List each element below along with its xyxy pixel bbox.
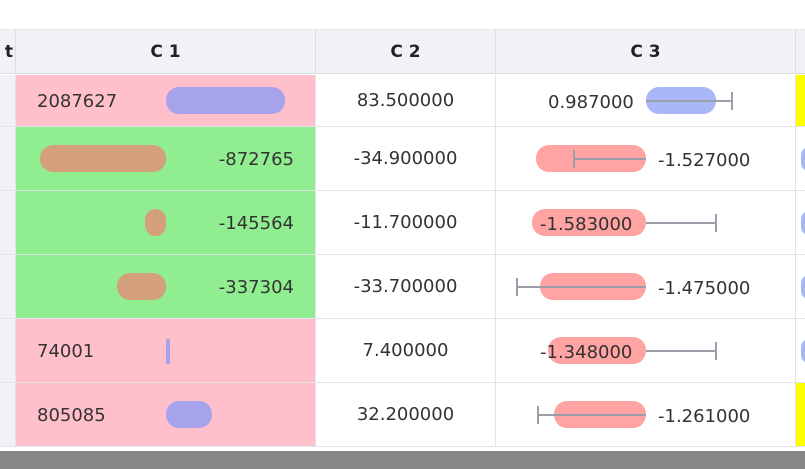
row-index-cell	[0, 319, 16, 383]
c1-value: -145564	[218, 213, 294, 234]
data-table: t C 1 C 2 C 3 2087627 83.500000 0.987000 -8…	[0, 0, 805, 469]
error-bar-cap	[516, 278, 518, 296]
c3-value: 0.987000	[548, 92, 634, 113]
column-header-index[interactable]: t	[0, 30, 16, 74]
c3-cell[interactable]: -1.475000	[496, 255, 796, 319]
header-label: C 2	[390, 42, 421, 62]
error-bar-cap	[731, 92, 733, 110]
error-bar-cap	[573, 150, 575, 168]
c1-value-bar	[166, 401, 212, 428]
error-bar-line	[646, 100, 733, 102]
header-label: C 3	[630, 42, 661, 62]
c1-value-bar	[117, 273, 166, 300]
c3-value: -1.527000	[658, 150, 751, 171]
c1-value: -337304	[218, 277, 294, 298]
c3-cell[interactable]: -1.583000	[496, 191, 796, 255]
column-header-c4[interactable]	[796, 30, 805, 74]
c2-cell[interactable]: -34.900000	[316, 127, 496, 191]
column-header-c1[interactable]: C 1	[16, 30, 316, 74]
error-bar-line	[573, 158, 646, 160]
c1-cell[interactable]: -872765	[16, 127, 316, 191]
header-label: t	[4, 42, 13, 62]
row-index-cell	[0, 255, 16, 319]
error-bar-line	[646, 222, 717, 224]
c3-cell[interactable]: -1.348000	[496, 319, 796, 383]
error-bar-line	[537, 414, 646, 416]
c4-value-bar	[801, 211, 805, 235]
c1-value-bar	[166, 87, 285, 114]
row-index-cell	[0, 191, 16, 255]
c3-value: -1.475000	[658, 278, 751, 299]
c4-cell[interactable]	[796, 255, 805, 319]
error-bar-line	[516, 286, 646, 288]
c4-cell[interactable]	[796, 75, 805, 127]
c3-cell[interactable]: 0.987000	[496, 75, 796, 127]
c2-cell[interactable]: 32.200000	[316, 383, 496, 447]
c1-value: 2087627	[37, 91, 118, 112]
c1-value: -872765	[218, 149, 294, 170]
row-index-cell	[0, 75, 16, 127]
c4-cell[interactable]	[796, 127, 805, 191]
error-bar-cap	[715, 342, 717, 360]
row-index-cell	[0, 127, 16, 191]
column-header-c3[interactable]: C 3	[496, 30, 796, 74]
c1-value: 805085	[37, 405, 106, 426]
c4-cell[interactable]	[796, 319, 805, 383]
column-header-c2[interactable]: C 2	[316, 30, 496, 74]
c1-cell[interactable]: 805085	[16, 383, 316, 447]
c3-value: -1.261000	[658, 406, 751, 427]
error-bar-cap	[537, 406, 539, 424]
c1-value: 74001	[37, 341, 95, 362]
c1-cell[interactable]: 74001	[16, 319, 316, 383]
c1-cell[interactable]: -337304	[16, 255, 316, 319]
c3-value: -1.583000	[540, 214, 633, 235]
error-bar-line	[646, 350, 717, 352]
c1-value-bar	[145, 209, 166, 236]
header-label: C 1	[150, 42, 181, 62]
c3-cell[interactable]: -1.261000	[496, 383, 796, 447]
c1-cell[interactable]: 2087627	[16, 75, 316, 127]
c4-value-bar	[801, 339, 805, 363]
c2-cell[interactable]: 7.400000	[316, 319, 496, 383]
c1-value-bar	[166, 339, 170, 364]
c1-value-bar	[40, 145, 166, 172]
c3-value: -1.348000	[540, 342, 633, 363]
c2-cell[interactable]: 83.500000	[316, 75, 496, 127]
c4-cell[interactable]	[796, 383, 805, 447]
c4-value-bar	[801, 147, 805, 171]
error-bar-cap	[715, 214, 717, 232]
c3-cell[interactable]: -1.527000	[496, 127, 796, 191]
c4-cell[interactable]	[796, 191, 805, 255]
row-index-cell	[0, 383, 16, 447]
c2-cell[interactable]: -11.700000	[316, 191, 496, 255]
c2-cell[interactable]: -33.700000	[316, 255, 496, 319]
horizontal-scrollbar[interactable]	[0, 451, 805, 469]
c4-value-bar	[801, 275, 805, 299]
c1-cell[interactable]: -145564	[16, 191, 316, 255]
